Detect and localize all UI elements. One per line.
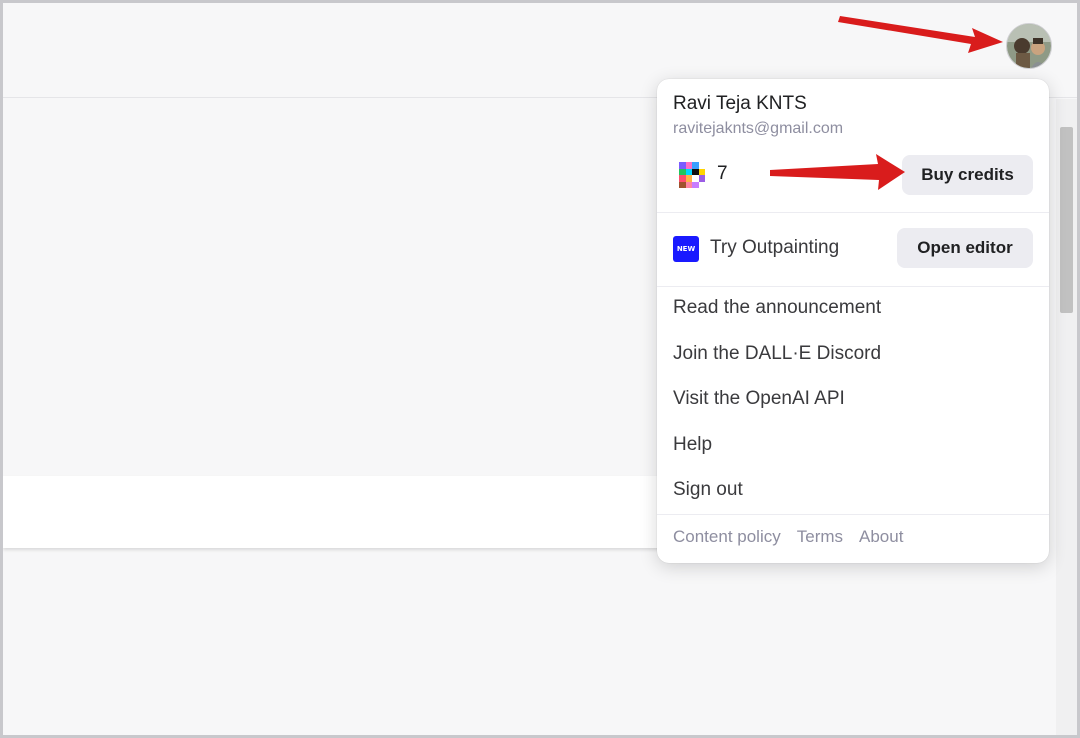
menu-item-sign-out[interactable]: Sign out [673,479,743,501]
avatar-button[interactable] [1006,23,1052,69]
footer-link-terms[interactable]: Terms [797,527,843,547]
scrollbar-thumb[interactable] [1060,127,1073,313]
menu-item-read-announcement[interactable]: Read the announcement [673,297,881,319]
prompt-input-bar[interactable] [3,476,703,548]
open-editor-button[interactable]: Open editor [897,228,1033,268]
menu-footer: Content policy Terms About [673,527,903,547]
account-name: Ravi Teja KNTS [673,93,807,114]
buy-credits-button[interactable]: Buy credits [902,155,1033,195]
account-email: ravitejaknts@gmail.com [673,120,844,137]
footer-link-about[interactable]: About [859,527,903,547]
page-scrollbar[interactable] [1056,99,1077,735]
credits-pixel-icon [679,162,705,188]
outpainting-label: Try Outpainting [710,237,840,258]
avatar-photo-icon [1007,24,1051,68]
credits-row: 7 Buy credits [657,155,1049,211]
menu-divider [657,514,1049,515]
account-dropdown-menu: Ravi Teja KNTS ravitejaknts@gmail.com 7 … [657,79,1049,563]
menu-item-join-discord[interactable]: Join the DALL·E Discord [673,343,881,365]
menu-item-help[interactable]: Help [673,434,712,456]
footer-link-content-policy[interactable]: Content policy [673,527,781,547]
new-badge-icon: NEW [673,236,699,262]
credit-count: 7 [717,163,728,184]
outpainting-row: NEW Try Outpainting Open editor [657,227,1049,269]
menu-divider [657,212,1049,213]
menu-item-openai-api[interactable]: Visit the OpenAI API [673,388,845,410]
menu-divider [657,286,1049,287]
